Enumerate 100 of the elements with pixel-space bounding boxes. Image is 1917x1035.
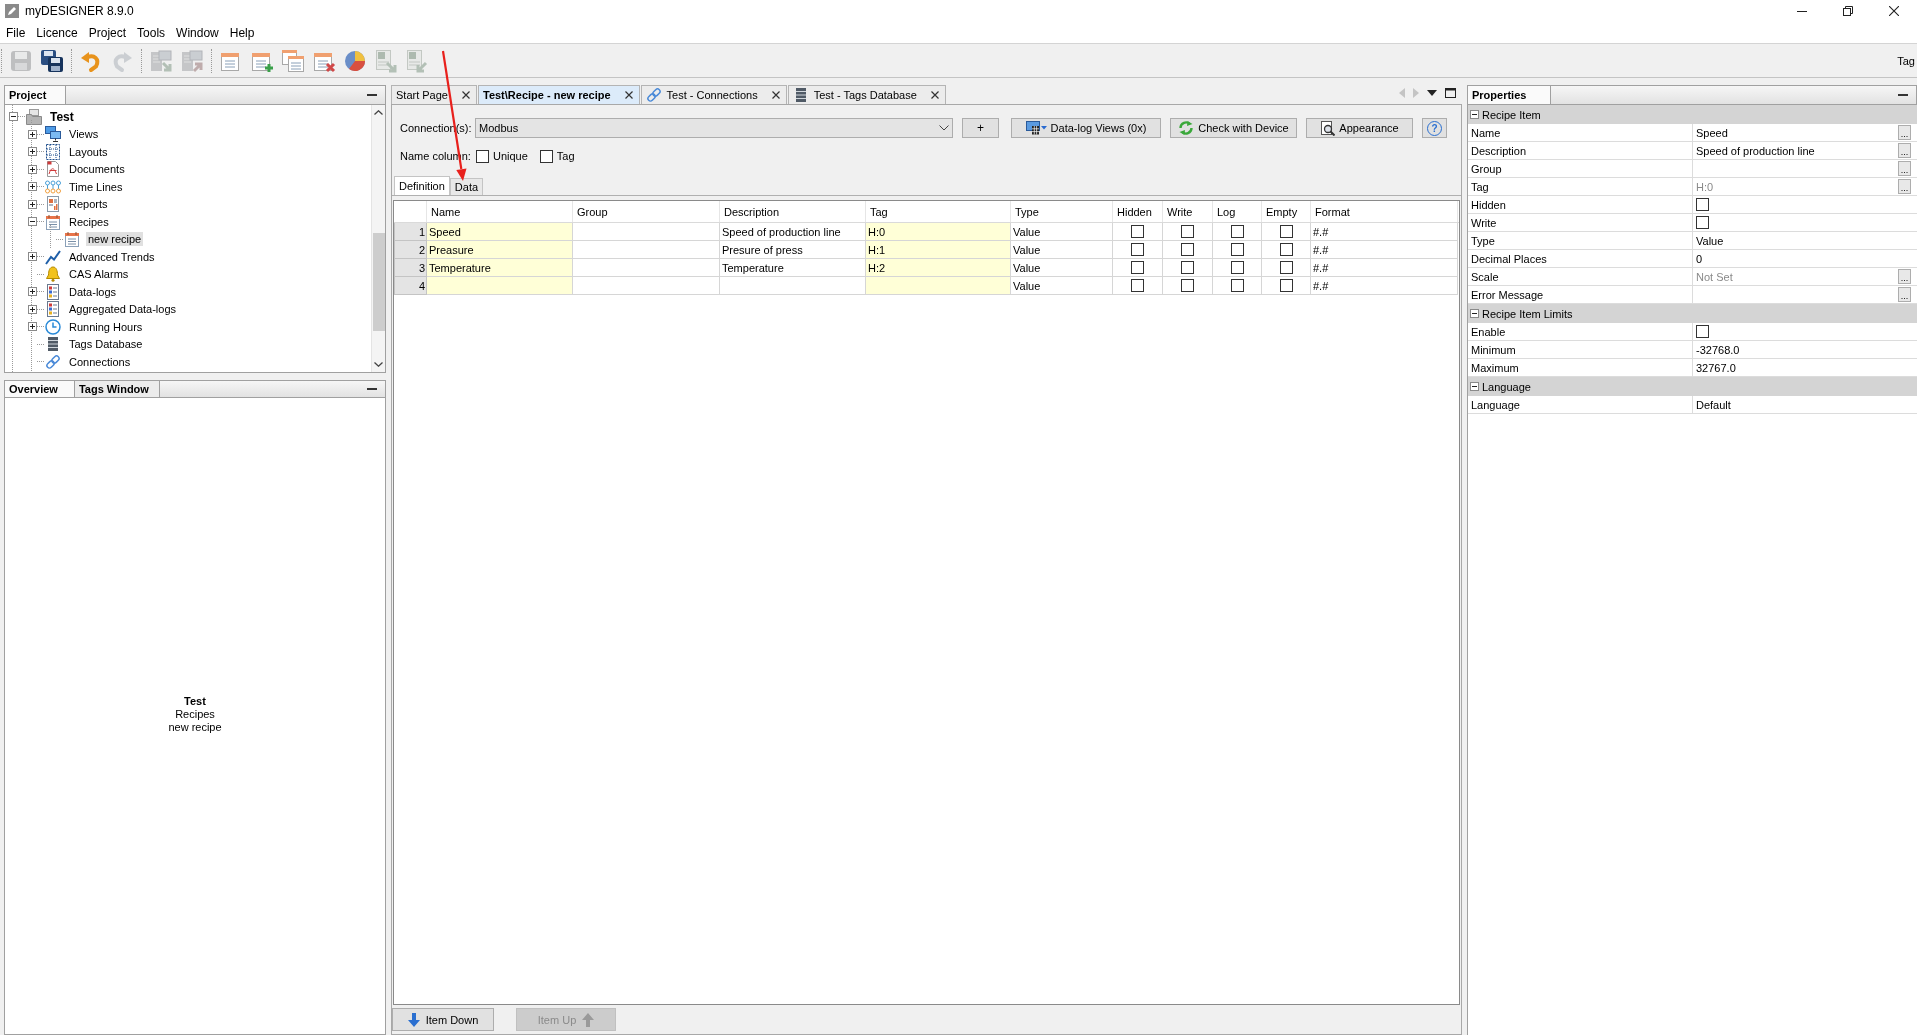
minimize-icon[interactable] [1797,10,1807,12]
row-header[interactable]: 3 [394,259,427,277]
scroll-up-icon[interactable] [374,110,383,115]
tree-item[interactable]: Connections [67,354,133,369]
checkbox[interactable] [1279,261,1293,274]
editor-tab[interactable]: Test - Tags Database [787,85,946,104]
checkbox[interactable] [1181,243,1194,256]
checkbox[interactable] [1696,198,1709,211]
tree-item[interactable]: Advanced Trends [67,249,157,264]
checkbox[interactable] [1181,279,1194,292]
menu-item[interactable]: Window [171,23,224,42]
property-value[interactable]: H:0 [1696,180,1714,193]
tree-item[interactable]: Tags Database [67,337,145,352]
property-value[interactable]: Default [1696,398,1731,411]
minimize-icon[interactable] [1898,93,1908,97]
checkbox-label[interactable]: Unique [493,150,528,162]
property-value[interactable]: Speed of production line [1696,144,1815,157]
pie-chart-icon[interactable] [342,48,367,73]
tree-item[interactable]: Time Lines [67,179,125,194]
checkbox[interactable] [1696,216,1709,229]
tree-item[interactable]: Reports [67,197,110,212]
collapse-icon[interactable] [1470,309,1479,318]
dropdown-icon[interactable] [1427,89,1437,96]
checkbox[interactable] [1131,261,1144,274]
menu-item[interactable]: Tools [132,23,171,42]
close-icon[interactable] [624,91,633,99]
expand-icon[interactable] [27,304,37,314]
property-value[interactable]: Speed [1696,126,1728,139]
tree-item[interactable]: Test [48,108,76,125]
checkbox[interactable] [1696,325,1709,338]
scrollbar-thumb[interactable] [372,233,385,331]
property-value[interactable]: Not Set [1696,270,1733,283]
sub-tab[interactable]: Data [449,178,484,195]
check-device-button[interactable]: Check with Device [1170,118,1297,138]
tree-item[interactable]: Layouts [67,144,110,159]
tree-item[interactable]: Aggregated Data-logs [67,302,178,317]
property-value[interactable]: Value [1696,234,1724,247]
close-icon[interactable] [930,91,939,99]
expand-icon[interactable] [27,129,37,139]
floppy-disks-icon[interactable] [39,48,64,73]
menu-item[interactable]: File [1,23,31,42]
tree-item[interactable]: Running Hours [67,319,145,334]
tree-item[interactable]: new recipe [86,232,144,247]
section-header[interactable]: Recipe Item [1468,105,1917,124]
close-icon[interactable] [1889,6,1899,16]
expand-icon[interactable] [27,147,37,157]
checkbox[interactable] [1230,261,1244,274]
sub-tab[interactable]: Definition [394,176,450,195]
collapse-icon[interactable] [8,112,18,122]
checkbox[interactable] [1181,225,1194,238]
editor-tab[interactable]: Start Page [391,85,477,104]
collapse-icon[interactable] [27,217,37,227]
tree-item[interactable]: Views [67,127,101,142]
expand-icon[interactable] [27,252,37,262]
data-log-views-button[interactable]: Data-log Views (0x) [1011,118,1161,138]
item-down-button[interactable]: Item Down [392,1008,494,1031]
appearance-button[interactable]: Appearance [1306,118,1413,138]
row-header[interactable]: 4 [394,277,427,295]
panel-tab[interactable]: Overview [5,381,75,397]
restore-icon[interactable] [1843,6,1853,16]
expand-icon[interactable] [27,287,37,297]
panel-tab[interactable]: Tags Window [74,381,160,397]
plus-button[interactable]: + [962,118,999,138]
checkbox[interactable] [1230,243,1244,256]
tree-item[interactable]: Documents [67,162,127,177]
tree-item[interactable]: CAS Alarms [67,267,131,282]
maximize-icon[interactable] [1445,87,1456,98]
ellipsis-button[interactable]: ... [1898,125,1911,140]
row-header[interactable]: 1 [394,223,427,241]
checkbox-label[interactable]: Tag [556,150,575,162]
close-icon[interactable] [771,91,780,99]
ellipsis-button[interactable]: ... [1898,143,1911,158]
checkbox[interactable] [476,149,489,163]
section-header[interactable]: Recipe Item Limits [1468,304,1917,323]
property-value[interactable]: 0 [1696,252,1703,265]
scroll-down-icon[interactable] [374,362,383,367]
ellipsis-button[interactable]: ... [1898,179,1911,194]
ellipsis-button[interactable]: ... [1898,161,1911,176]
checkbox[interactable] [1230,225,1244,238]
checkbox[interactable] [1131,279,1144,292]
ellipsis-button[interactable]: ... [1898,269,1911,284]
tree-item[interactable]: Recipes [67,214,111,229]
checkbox[interactable] [1230,279,1244,292]
expand-icon[interactable] [27,164,37,174]
close-icon[interactable] [462,91,470,99]
ellipsis-button[interactable]: ... [1898,287,1911,302]
expand-icon[interactable] [27,322,37,332]
minimize-icon[interactable] [367,387,377,391]
checkbox[interactable] [1279,225,1293,238]
connection-dropdown[interactable]: Modbus [475,118,953,138]
property-value[interactable]: -32768.0 [1696,343,1740,356]
checkbox[interactable] [1181,261,1194,274]
checkbox[interactable] [1131,225,1144,238]
minimize-icon[interactable] [367,93,377,97]
checkbox[interactable] [1279,243,1293,256]
row-header[interactable]: 2 [394,241,427,259]
collapse-icon[interactable] [1470,110,1479,119]
expand-icon[interactable] [27,199,37,209]
property-value[interactable]: 32767.0 [1696,361,1736,374]
help-button[interactable]: ? [1422,118,1447,138]
